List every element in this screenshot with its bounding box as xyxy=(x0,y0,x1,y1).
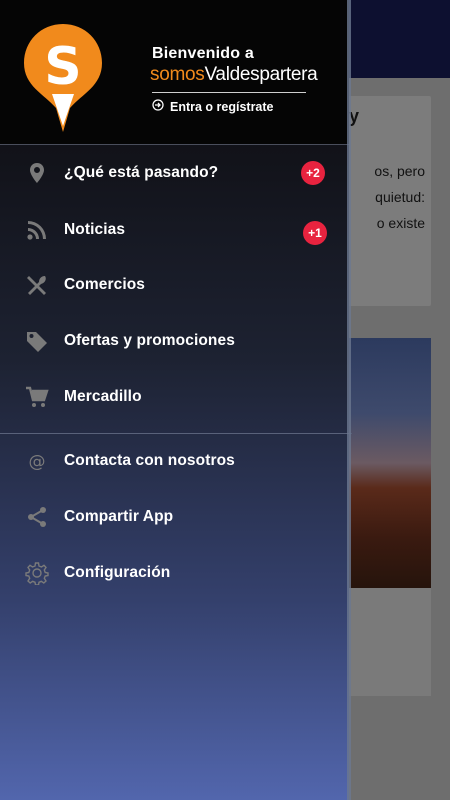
notification-badge: +1 xyxy=(303,221,327,245)
menu-item-que-esta-pasando[interactable]: ¿Qué está pasando? +2 xyxy=(0,148,349,198)
location-pin-icon xyxy=(24,160,50,186)
menu-item-label: Ofertas y promociones xyxy=(64,332,235,349)
svg-text:@: @ xyxy=(29,452,46,472)
rss-icon xyxy=(24,217,50,243)
notification-badge: +2 xyxy=(301,161,325,185)
background-image-card[interactable] xyxy=(343,338,431,696)
menu-item-configuracion[interactable]: Configuración xyxy=(0,548,349,598)
gear-icon xyxy=(24,560,50,586)
background-card[interactable]: y os, pero quietud: o existe xyxy=(343,96,431,306)
menu-item-ofertas[interactable]: Ofertas y promociones xyxy=(0,316,349,366)
app-logo: S xyxy=(22,22,104,134)
menu-item-label: Mercadillo xyxy=(64,388,142,405)
at-icon: @ xyxy=(24,448,50,474)
svg-text:S: S xyxy=(44,37,81,97)
menu-item-label: Contacta con nosotros xyxy=(64,452,235,469)
drawer-edge xyxy=(347,0,351,800)
menu-item-comercios[interactable]: Comercios xyxy=(0,260,349,310)
menu-item-label: Noticias xyxy=(64,221,126,238)
menu-item-label: Comercios xyxy=(64,276,146,293)
background-photo xyxy=(343,338,431,588)
menu-item-label: Compartir App xyxy=(64,508,174,525)
login-label: Entra o regístrate xyxy=(170,99,274,114)
welcome-text: Bienvenido a xyxy=(152,45,254,62)
menu-item-noticias[interactable]: Noticias +1 xyxy=(0,205,349,255)
menu-item-compartir[interactable]: Compartir App xyxy=(0,492,349,542)
menu-divider xyxy=(0,433,352,434)
login-icon xyxy=(152,99,164,114)
cart-icon xyxy=(24,384,50,410)
share-icon xyxy=(24,504,50,530)
menu-item-label: Configuración xyxy=(64,564,171,581)
menu-item-label: ¿Qué está pasando? xyxy=(64,164,219,181)
drawer-header: S Bienvenido a somosValdespartera Entra … xyxy=(0,0,349,145)
brand-name: somosValdespartera xyxy=(150,64,318,85)
menu-item-contacta[interactable]: @ Contacta con nosotros xyxy=(0,436,349,486)
brand-underline xyxy=(152,92,306,93)
restaurant-icon xyxy=(24,272,50,298)
login-link[interactable]: Entra o regístrate xyxy=(152,99,274,114)
navigation-drawer: S Bienvenido a somosValdespartera Entra … xyxy=(0,0,352,800)
tag-icon xyxy=(24,328,50,354)
menu-item-mercadillo[interactable]: Mercadillo xyxy=(0,372,349,422)
background-card-text: os, pero quietud: o existe xyxy=(374,163,425,231)
